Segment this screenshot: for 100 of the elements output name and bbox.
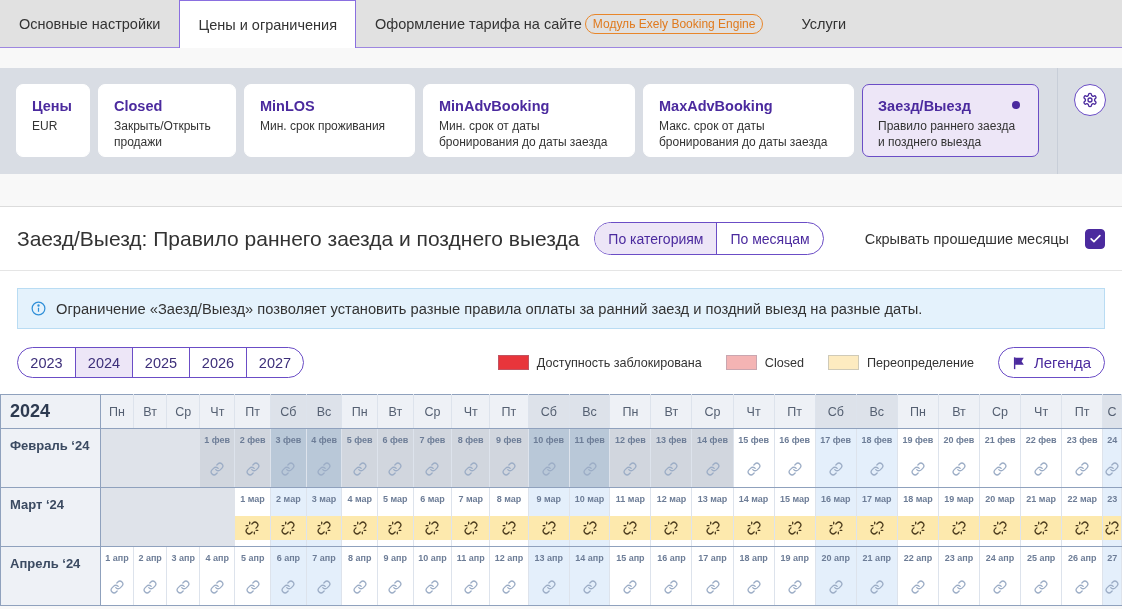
restriction-card[interactable]: Цены EUR [16, 84, 90, 157]
day-cell[interactable]: 3 мар [306, 487, 342, 547]
day-cell[interactable]: 5 мар [377, 487, 414, 547]
day-cell[interactable]: 1 апр [100, 546, 134, 606]
day-cell[interactable]: 6 мар [413, 487, 452, 547]
year-tab[interactable]: 2026 [189, 348, 246, 377]
day-cell[interactable]: 21 мар [1020, 487, 1062, 547]
date-label: 23 [1106, 493, 1119, 506]
day-cell[interactable]: 21 фев [979, 428, 1021, 488]
day-cell[interactable]: 2 апр [133, 546, 167, 606]
day-cell[interactable]: 6 апр [270, 546, 307, 606]
day-cell[interactable]: 12 мар [650, 487, 692, 547]
date-label: 19 мар [943, 493, 975, 506]
day-cell[interactable]: 22 фев [1020, 428, 1062, 488]
day-cell[interactable]: 3 апр [166, 546, 200, 606]
day-cell[interactable]: 17 апр [692, 546, 734, 606]
day-cell[interactable]: 11 апр [451, 546, 490, 606]
day-cell[interactable]: 16 фев [774, 428, 816, 488]
day-cell[interactable]: 19 мар [938, 487, 980, 547]
day-cell[interactable]: 7 фев [413, 428, 452, 488]
day-cell[interactable]: 15 апр [609, 546, 651, 606]
restriction-card[interactable]: Заезд/Выезд Правило раннего заезда и позднего выезда [862, 84, 1039, 157]
day-cell[interactable]: 16 апр [650, 546, 692, 606]
day-cell[interactable]: 7 мар [451, 487, 490, 547]
day-cell[interactable]: 17 фев [815, 428, 857, 488]
day-cell[interactable]: 16 мар [815, 487, 857, 547]
settings-button[interactable] [1074, 84, 1106, 116]
day-cell[interactable]: 20 мар [979, 487, 1021, 547]
day-cell[interactable]: 15 фев [733, 428, 775, 488]
year-tab[interactable]: 2023 [18, 348, 75, 377]
day-cell[interactable]: 11 фев [569, 428, 610, 488]
broken-link-icon [501, 521, 516, 535]
year-tab[interactable]: 2025 [132, 348, 189, 377]
checkbox[interactable] [1085, 228, 1105, 249]
day-cell[interactable]: 12 апр [489, 546, 529, 606]
day-cell[interactable]: 14 мар [733, 487, 775, 547]
day-cell[interactable]: 2 мар [270, 487, 307, 547]
day-cell[interactable]: 3 фев [270, 428, 307, 488]
day-cell[interactable]: 14 фев [692, 428, 734, 488]
day-cell[interactable]: 20 фев [938, 428, 980, 488]
day-cell[interactable]: 9 фев [489, 428, 529, 488]
day-cell[interactable]: 2 фев [234, 428, 271, 488]
year-tab[interactable]: 2027 [246, 348, 303, 377]
day-cell[interactable]: 23 фев [1061, 428, 1103, 488]
day-cell[interactable]: 9 мар [528, 487, 570, 547]
day-cell[interactable]: 19 апр [774, 546, 816, 606]
day-cell[interactable]: 24 апр [979, 546, 1021, 606]
broken-link-icon [787, 521, 802, 535]
day-cell[interactable]: 4 апр [199, 546, 235, 606]
view-option[interactable]: По месяцам [716, 223, 823, 254]
day-cell[interactable]: 17 мар [856, 487, 898, 547]
day-cell[interactable]: 10 мар [569, 487, 610, 547]
day-cell[interactable]: 18 мар [897, 487, 939, 547]
day-cell[interactable]: 13 мар [692, 487, 734, 547]
day-cell[interactable]: 18 фев [856, 428, 898, 488]
restriction-card[interactable]: MinLOS Мин. срок проживания [244, 84, 415, 157]
day-cell[interactable]: 5 апр [234, 546, 271, 606]
day-cell[interactable]: 26 апр [1061, 546, 1103, 606]
day-cell[interactable]: 15 мар [774, 487, 816, 547]
day-cell[interactable]: 20 апр [815, 546, 857, 606]
restriction-card[interactable]: MaxAdvBooking Макс. срок от даты бронирования до даты заезда [643, 84, 854, 157]
day-cell[interactable]: 12 фев [609, 428, 651, 488]
day-cell[interactable]: 19 фев [897, 428, 939, 488]
day-cell[interactable]: 13 апр [528, 546, 570, 606]
tab[interactable]: Цены и ограничения [179, 0, 356, 48]
day-cell[interactable]: 11 мар [609, 487, 651, 547]
day-cell[interactable]: 22 мар [1061, 487, 1103, 547]
day-cell[interactable]: 10 апр [413, 546, 452, 606]
year-tab[interactable]: 2024 [75, 348, 132, 377]
broken-link-icon [245, 521, 260, 535]
day-cell[interactable]: 23 апр [938, 546, 980, 606]
date-label: 1 фев [203, 434, 231, 447]
tab[interactable]: Услуги [782, 0, 866, 47]
legend-button[interactable]: Легенда [997, 347, 1105, 378]
tab[interactable]: Основные настройки [0, 0, 180, 47]
tab[interactable]: Оформление тарифа на сайте Модуль Exely Booking Engine [356, 0, 783, 47]
day-cell[interactable]: 9 апр [377, 546, 414, 606]
day-cell[interactable]: 8 апр [341, 546, 378, 606]
day-cell[interactable]: 6 фев [377, 428, 414, 488]
day-cell[interactable]: 21 апр [856, 546, 898, 606]
day-cell[interactable]: 1 мар [234, 487, 271, 547]
restriction-card[interactable]: MinAdvBooking Мин. срок от даты бронирования до даты заезда [423, 84, 635, 157]
day-cell[interactable]: 7 апр [306, 546, 342, 606]
day-cell[interactable]: 14 апр [569, 546, 610, 606]
day-cell[interactable]: 8 фев [451, 428, 490, 488]
restriction-card[interactable]: Closed Закрыть/Открыть продажи [98, 84, 236, 157]
day-cell[interactable]: 8 мар [489, 487, 529, 547]
day-cell[interactable]: 4 фев [306, 428, 342, 488]
day-cell[interactable]: 13 фев [650, 428, 692, 488]
day-cell[interactable]: 5 фев [341, 428, 378, 488]
day-cell[interactable]: 18 апр [733, 546, 775, 606]
day-cell[interactable]: 22 апр [897, 546, 939, 606]
day-cell[interactable]: 25 апр [1020, 546, 1062, 606]
view-option[interactable]: По категориям [595, 223, 717, 254]
broken-link-icon [425, 521, 440, 535]
day-cell[interactable]: 1 фев [199, 428, 235, 488]
date-label: 3 фев [274, 434, 303, 447]
day-cell[interactable]: 4 мар [341, 487, 378, 547]
weekday-header: Ср [166, 394, 200, 429]
day-cell[interactable]: 10 фев [528, 428, 570, 488]
